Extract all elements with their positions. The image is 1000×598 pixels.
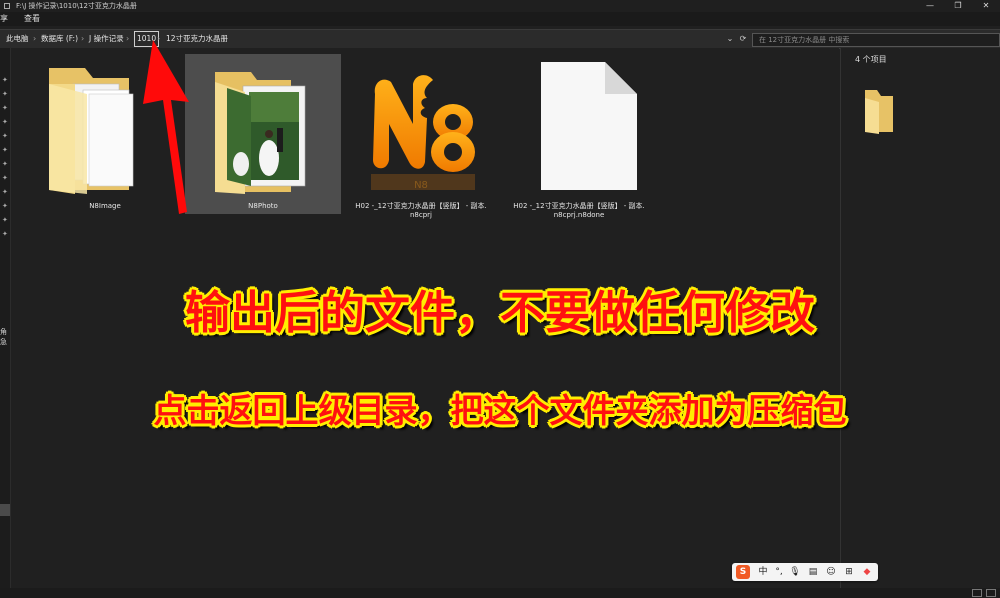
pin-icon: ✦ — [2, 174, 8, 182]
instruction-line-1: 输出后的文件，不要做任何修改 — [184, 286, 815, 339]
pin-icon: ✦ — [2, 188, 8, 196]
search-input[interactable]: 在 12寸亚克力水晶册 中搜索 — [752, 33, 1000, 47]
file-item-n8cprj[interactable]: N8 H02 -_12寸亚克力水晶册【竖版】 - 副本. n8cprj — [343, 54, 499, 219]
red-arrow-annotation — [143, 40, 189, 214]
sogou-logo-icon[interactable]: S — [736, 565, 750, 579]
file-name-line2: n8cprj.n8done — [553, 211, 605, 219]
pin-icon: ✦ — [2, 146, 8, 154]
pin-icon: ✦ — [2, 160, 8, 168]
details-view-icon[interactable] — [972, 589, 982, 597]
emoji-icon[interactable]: ☺ — [824, 565, 838, 579]
file-name-line2: n8cprj — [409, 211, 432, 219]
pin-icon: ✦ — [2, 90, 8, 98]
file-name-line1: H02 -_12寸亚克力水晶册【竖版】 - 副本. — [513, 202, 645, 210]
grid-icon[interactable]: ⊞ — [842, 565, 856, 579]
pin-icon: ✦ — [2, 104, 8, 112]
folder-icon — [865, 90, 893, 134]
keyboard-icon[interactable]: ▤ — [806, 565, 820, 579]
nav-item-selected[interactable] — [0, 504, 10, 516]
microphone-icon[interactable]: 🎙 — [788, 565, 802, 579]
ime-toolbar[interactable]: S 中 °, 🎙 ▤ ☺ ⊞ ◆ — [732, 563, 878, 581]
minimize-button[interactable]: — — [916, 0, 944, 12]
pin-icon: ✦ — [2, 216, 8, 224]
large-icons-view-icon[interactable] — [986, 589, 996, 597]
skin-icon[interactable]: ◆ — [860, 565, 874, 579]
ime-mode-toggle[interactable]: 中 — [756, 565, 770, 579]
app-icon — [4, 3, 10, 9]
close-button[interactable]: ✕ — [972, 0, 1000, 12]
punctuation-icon[interactable]: °, — [772, 565, 786, 579]
search-placeholder: 在 12寸亚克力水晶册 中搜索 — [759, 36, 850, 44]
n8-logo-icon: N8 — [371, 75, 475, 191]
refresh-icon[interactable]: ⟳ — [737, 33, 749, 45]
instruction-line-2: 点击返回上级目录，把这个文件夹添加为压缩包 — [153, 391, 847, 430]
status-bar — [0, 588, 1000, 598]
logo-reflection-text: N8 — [414, 180, 428, 191]
pin-icon: ✦ — [2, 118, 8, 126]
file-name-line1: H02 -_12寸亚克力水晶册【竖版】 - 副本. — [355, 202, 487, 210]
pin-icon: ✦ — [2, 132, 8, 140]
maximize-button[interactable]: ❐ — [944, 0, 972, 12]
blank-file-icon — [541, 62, 637, 190]
chevron-down-icon[interactable]: ⌄ — [724, 33, 736, 45]
menu-share[interactable]: 享 — [0, 12, 8, 26]
item-count: 4 个项目 — [855, 55, 887, 64]
pin-icon: ✦ — [2, 230, 8, 238]
pin-icon: ✦ — [2, 202, 8, 210]
file-item-n8done[interactable]: H02 -_12寸亚克力水晶册【竖版】 - 副本. n8cprj.n8done — [501, 54, 657, 219]
pin-icon: ✦ — [2, 76, 8, 84]
